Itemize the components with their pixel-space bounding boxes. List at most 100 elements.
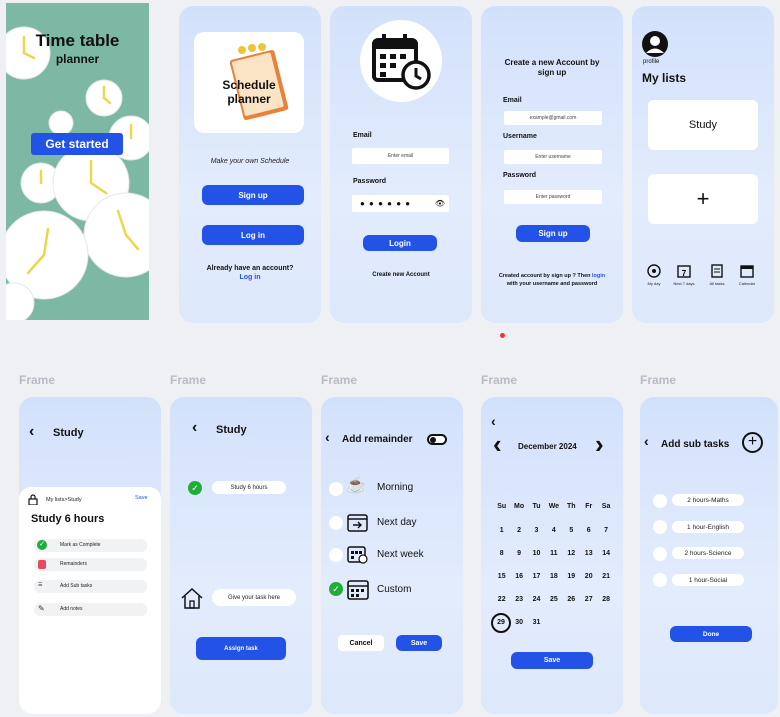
signup-button[interactable]: Sign up — [202, 185, 304, 205]
task-pill[interactable]: Study 6 hours — [212, 481, 286, 494]
list-card-study[interactable]: Study — [648, 100, 758, 150]
date-cell[interactable]: 28 — [597, 594, 614, 606]
back-arrow-icon[interactable]: ‹ — [644, 433, 649, 449]
email-input[interactable]: Enter email — [352, 148, 449, 164]
splash-screen: Time table planner Get started — [6, 3, 149, 320]
date-cell[interactable]: 13 — [580, 548, 597, 560]
date-cell[interactable]: 22 — [493, 594, 510, 606]
assign-task-button[interactable]: Assign task — [196, 637, 286, 660]
subtask-item[interactable]: 2 hours-Science — [672, 547, 744, 559]
date-cell[interactable]: 23 — [510, 594, 527, 606]
my-day-icon[interactable] — [647, 264, 661, 278]
next-7-days-icon[interactable]: 7 — [677, 264, 691, 278]
back-arrow-icon[interactable]: ‹ — [491, 413, 496, 429]
date-cell[interactable]: 17 — [528, 571, 545, 583]
date-cell[interactable]: 14 — [597, 548, 614, 560]
date-cell[interactable]: 10 — [528, 548, 545, 560]
date-cell[interactable]: 25 — [545, 594, 562, 606]
option-label: Add Sub tasks — [60, 583, 93, 589]
subtask-radio[interactable] — [653, 573, 667, 587]
date-cell[interactable]: 24 — [528, 594, 545, 606]
cancel-button[interactable]: Cancel — [338, 635, 384, 651]
login-submit-button[interactable]: Login — [363, 235, 437, 251]
done-button[interactable]: Done — [670, 626, 752, 642]
email-input[interactable]: example@gmail.com — [504, 111, 602, 125]
radio-next-day[interactable] — [329, 516, 343, 530]
eye-icon[interactable]: 👁 — [435, 199, 445, 208]
date-cell[interactable]: 12 — [563, 548, 580, 560]
year: 2024 — [558, 442, 577, 451]
all-tasks-icon[interactable] — [710, 264, 724, 278]
date-cell[interactable]: 15 — [493, 571, 510, 583]
date-cell[interactable]: 26 — [563, 594, 580, 606]
date-cell[interactable]: 8 — [493, 548, 510, 560]
login-link[interactable]: login — [592, 273, 605, 279]
password-input[interactable]: Enter password — [504, 190, 602, 204]
subtask-radio[interactable] — [653, 520, 667, 534]
option-label: Mark as Complete — [60, 542, 101, 548]
login-button[interactable]: Log in — [202, 225, 304, 245]
subtask-radio[interactable] — [653, 494, 667, 508]
option-add-notes[interactable]: ✎ Add notes — [34, 603, 147, 616]
home-icon — [181, 587, 203, 609]
add-list-card[interactable]: + — [648, 174, 758, 224]
calendar-screen: ‹ ‹ December 2024 › Su Mo Tu We Th Fr Sa 12345… — [481, 397, 623, 714]
date-cell[interactable]: 31 — [528, 617, 545, 629]
prev-month-icon[interactable]: ‹ — [493, 431, 502, 457]
check-circle-icon[interactable]: ✓ — [329, 582, 343, 596]
option-remainders[interactable]: Remainders — [34, 558, 147, 571]
date-cell[interactable]: 5 — [563, 525, 580, 537]
date-cell[interactable]: 27 — [580, 594, 597, 606]
date-cell[interactable]: 16 — [510, 571, 527, 583]
date-cell[interactable]: 29 — [491, 613, 511, 633]
task-input[interactable]: Give your task here — [212, 589, 296, 606]
date-cell[interactable]: 30 — [510, 617, 527, 629]
next-month-icon[interactable]: › — [595, 431, 604, 457]
radio-next-week[interactable] — [329, 548, 343, 562]
option-add-subtasks[interactable]: ☰ Add Sub tasks — [34, 580, 147, 593]
weekday-label: Th — [567, 503, 576, 510]
date-cell[interactable]: 6 — [580, 525, 597, 537]
back-arrow-icon[interactable]: ‹ — [325, 429, 330, 445]
register-note-line2: with your username and password — [506, 281, 598, 287]
date-cell[interactable]: 11 — [545, 548, 562, 560]
login-link[interactable]: Log in — [179, 274, 321, 281]
date-cell[interactable]: 18 — [545, 571, 562, 583]
date-cell[interactable]: 2 — [510, 525, 527, 537]
date-cell[interactable]: 7 — [597, 525, 614, 537]
save-button[interactable]: Save — [511, 652, 593, 669]
create-account-link[interactable]: Create new Account — [330, 272, 472, 278]
back-arrow-icon[interactable]: ‹ — [192, 419, 197, 437]
save-button[interactable]: Save — [396, 635, 442, 651]
subtask-radio[interactable] — [653, 547, 667, 561]
date-cell[interactable]: 9 — [510, 548, 527, 560]
subtask-item[interactable]: 1 hour-Social — [672, 574, 744, 586]
date-cell[interactable]: 3 — [528, 525, 545, 537]
date-cell[interactable]: 19 — [563, 571, 580, 583]
radio-morning[interactable] — [329, 482, 343, 496]
month-label: December 2024 — [518, 442, 577, 451]
profile-avatar-icon[interactable] — [642, 31, 668, 57]
back-arrow-icon[interactable]: ‹ — [29, 423, 34, 441]
date-cell[interactable]: 1 — [493, 525, 510, 537]
nav-next-7-days-label: Next 7 days — [673, 281, 695, 286]
date-cell[interactable]: 4 — [545, 525, 562, 537]
get-started-button[interactable]: Get started — [31, 133, 123, 155]
subtask-item[interactable]: 1 hour-English — [672, 521, 744, 533]
username-input[interactable]: Enter username — [504, 150, 602, 164]
option-mark-complete[interactable]: ✓ Mark as Complete — [34, 539, 147, 552]
check-circle-icon: ✓ — [37, 540, 47, 550]
add-subtask-icon[interactable]: + — [742, 432, 763, 453]
calendar-icon[interactable] — [740, 264, 754, 278]
lock-icon — [28, 494, 38, 505]
reminder-toggle[interactable] — [427, 434, 447, 445]
date-cell[interactable]: 20 — [580, 571, 597, 583]
password-input[interactable]: ● ● ● ● ● ● 👁 — [352, 195, 449, 212]
study-detail-screen: ‹ Study My lists>Study Save Study 6 hour… — [19, 397, 161, 714]
check-circle-icon[interactable]: ✓ — [188, 481, 202, 495]
signup-submit-button[interactable]: Sign up — [516, 225, 590, 242]
app-subtitle: planner — [55, 52, 100, 66]
date-cell[interactable]: 21 — [597, 571, 614, 583]
save-link[interactable]: Save — [135, 495, 148, 501]
subtask-item[interactable]: 2 hours-Maths — [672, 494, 744, 506]
